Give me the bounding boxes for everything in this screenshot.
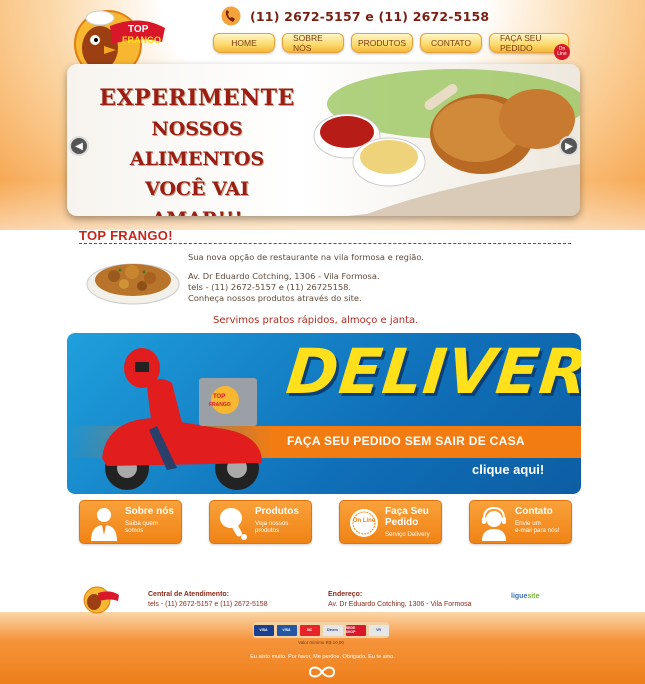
visa-electron-icon: VISA [276,624,297,636]
card-subtitle-1: Veja nossos [255,520,289,527]
nav-contato[interactable]: CONTATO [420,33,482,53]
fried-chicken-image [313,69,580,216]
delivery-subtitle: FAÇA SEU PEDIDO SEM SAIR DE CASA [287,434,525,448]
chicken-leg-icon [220,508,247,540]
potatoes-dish-image [86,263,180,305]
agency-credit[interactable]: liguesite [511,593,539,600]
card-subtitle-1: Envie um [515,520,541,527]
intro-tagline: Sua nova opção de restaurante na vila fo… [188,252,424,262]
minimum-order: Valor mínimo R$ 10,00 [298,640,344,645]
infinity-icon [308,666,336,678]
footer-motto: Eu sinto muito. Por favor, Me perdoe. Ob… [250,654,395,660]
agency-name-a: ligue [511,593,528,600]
headset-icon [482,506,506,541]
delivery-banner[interactable]: TOP FRANGO DELIVERY FAÇA SEU PEDIDO SEM … [67,333,581,494]
card-faca-seu-pedido[interactable]: On Line Faça Seu Pedido Serviço Delivery [339,500,442,544]
online-seal-icon: On Line [350,509,378,537]
card-title-line-2: Pedido [385,517,419,528]
header: TOP FRANGO (11) 2672-5157 e (11) 2672-51… [0,0,645,78]
mastercard-icon: MC [299,624,320,636]
card-contato[interactable]: Contato Envie um e-mail para nós! [469,500,572,544]
card-subtitle-2: produtos [255,527,280,534]
nav-home[interactable]: HOME [213,33,275,53]
card-title: Produtos [255,506,299,517]
card-title: Faça Seu Pedido [385,506,429,528]
svg-text:TOP: TOP [213,394,225,400]
online-badge: On Line [554,44,570,60]
card-subtitle-2: e-mail para nós! [515,527,560,534]
delivery-cta[interactable]: clique aqui! [472,462,544,477]
svg-text:FRANGO: FRANGO [122,35,161,45]
slider-next-button[interactable]: ▶ [559,136,579,156]
slide-line-2: NOSSOS ALIMENTOS [129,118,265,170]
card-subtitle-1: Serviço Delivery [385,531,430,538]
footer-address: Endereço: Av. Dr Eduardo Cotching, 1306 … [328,590,472,610]
feature-cards: Sobre nós Saiba quem somos Produtos Veja… [79,500,572,544]
footer-logo[interactable] [82,585,120,615]
delivery-scooter-image: TOP FRANGO [102,348,262,490]
payment-methods: VISA VISA MC Diners REDE SHOP VR [253,622,389,638]
slide-line-3: VOCÊ VAI AMAR!!! [144,178,250,216]
phone-numbers: (11) 2672-5157 e (11) 2672-5158 [250,8,490,24]
redeshop-icon: REDE SHOP [345,624,366,636]
person-icon [91,508,117,541]
slider-prev-button[interactable]: ◀ [69,136,89,156]
arrow-right-icon: ▶ [565,140,573,152]
vr-icon: VR [368,624,389,636]
card-title-line-1: Faça Seu [385,506,429,517]
intro-text: Sua nova opção de restaurante na vila fo… [188,252,424,304]
section-title: TOP FRANGO! [79,228,173,243]
diners-icon: Diners [322,624,343,636]
svg-text:TOP: TOP [128,24,149,35]
intro-products: Conheça nossos produtos através do site. [188,293,362,303]
card-sobre-nos[interactable]: Sobre nós Saiba quem somos [79,500,182,544]
arrow-left-icon: ◀ [75,140,83,152]
card-subtitle-2: somos [125,527,144,534]
card-title: Contato [515,506,553,517]
nav-produtos[interactable]: PRODUTOS [351,33,413,53]
slide-headline: EXPERIMENTE NOSSOS ALIMENTOS VOCÊ VAI AM… [97,82,297,216]
hero-slider[interactable]: EXPERIMENTE NOSSOS ALIMENTOS VOCÊ VAI AM… [67,64,580,216]
phone-icon [221,6,241,26]
visa-icon: VISA [253,624,274,636]
phone-block: (11) 2672-5157 e (11) 2672-5158 [220,6,489,26]
main-nav: HOME SOBRE NÓS PRODUTOS CONTATO FAÇA SEU… [213,33,569,53]
delivery-title: DELIVERY [283,335,581,408]
svg-text:On Line: On Line [353,518,376,524]
footer-contact: Central de Atendimento: tels - (11) 2672… [148,590,268,610]
served-text: Servimos pratos rápidos, almoço e janta. [213,315,419,326]
svg-text:FRANGO: FRANGO [209,402,231,408]
intro-phones: tels - (11) 2672-5157 e (11) 26725158. [188,282,352,292]
footer-contact-value: tels - (11) 2672-5157 e (11) 2672-5158 [148,601,268,608]
agency-name-b: site [527,593,540,600]
footer-address-label: Endereço: [328,591,363,598]
footer-contact-label: Central de Atendimento: [148,591,230,598]
card-produtos[interactable]: Produtos Veja nossos produtos [209,500,312,544]
card-subtitle-1: Saiba quem [125,520,159,527]
slide-line-1: EXPERIMENTE [99,85,295,111]
section-divider [79,243,571,244]
card-title: Sobre nós [125,506,174,517]
footer-address-value: Av. Dr Eduardo Cotching, 1306 - Vila For… [328,601,472,608]
nav-sobre-nos[interactable]: SOBRE NÓS [282,33,344,53]
intro-address: Av. Dr Eduardo Cotching, 1306 - Vila For… [188,271,380,281]
